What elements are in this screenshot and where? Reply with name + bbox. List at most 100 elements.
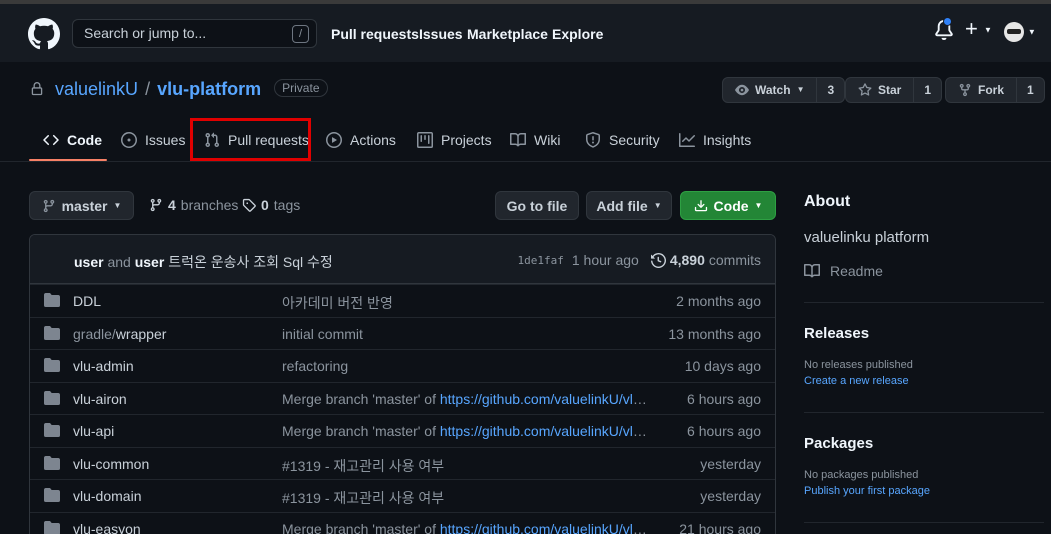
search-input[interactable]: Search or jump to... /: [72, 19, 317, 48]
file-commit-text: #1319 - 재고관리 사용 여부: [282, 458, 445, 474]
file-commit-message[interactable]: 아카데미 버전 반영: [282, 293, 654, 313]
fork-button[interactable]: Fork 1: [945, 77, 1045, 103]
table-row[interactable]: gradle/wrapper initial commit 13 months …: [30, 317, 775, 349]
commit-message-link[interactable]: https://github.com/valuelinkU/vlu-platf.…: [440, 423, 654, 439]
watch-button[interactable]: Watch ▼ 3: [722, 77, 846, 103]
file-name[interactable]: DDL: [73, 293, 101, 309]
tag-icon: [242, 198, 256, 212]
file-name[interactable]: vlu-domain: [73, 488, 141, 504]
table-row[interactable]: vlu-domain #1319 - 재고관리 사용 여부 yesterday: [30, 479, 775, 511]
releases-heading[interactable]: Releases: [804, 325, 869, 342]
repo-name-link[interactable]: vlu-platform: [157, 79, 261, 99]
file-name-prefix: gradle/: [73, 326, 116, 342]
repo-description: valuelinku platform: [804, 229, 930, 246]
commit-author-2[interactable]: user: [135, 254, 165, 270]
file-name[interactable]: vlu-api: [73, 423, 114, 439]
table-row[interactable]: vlu-common #1319 - 재고관리 사용 여부 yesterday: [30, 447, 775, 479]
chevron-down-icon: ▼: [1027, 27, 1036, 37]
nav-explore[interactable]: Explore: [552, 26, 603, 42]
branches-label: branches: [180, 197, 239, 213]
file-commit-message[interactable]: Merge branch 'master' of https://github.…: [282, 423, 654, 439]
project-icon: [417, 132, 433, 148]
tab-security[interactable]: Security: [585, 118, 660, 162]
tab-insights[interactable]: Insights: [679, 118, 751, 162]
table-row[interactable]: vlu-admin refactoring 10 days ago: [30, 349, 775, 381]
file-name[interactable]: vlu-airon: [73, 391, 127, 407]
file-name[interactable]: vlu-common: [73, 456, 149, 472]
table-row[interactable]: vlu-easyon Merge branch 'master' of http…: [30, 512, 775, 534]
branches-count: 4: [168, 197, 176, 213]
file-commit-message[interactable]: #1319 - 재고관리 사용 여부: [282, 456, 654, 476]
file-commit-time: 10 days ago: [684, 358, 761, 374]
file-commit-time: yesterday: [700, 488, 761, 504]
shield-icon: [586, 132, 600, 148]
chevron-down-icon: ▼: [796, 85, 805, 94]
releases-empty-text: No releases published: [804, 359, 913, 371]
commits-label: commits: [708, 252, 761, 268]
file-commit-message[interactable]: refactoring: [282, 358, 654, 374]
repo-owner-link[interactable]: valuelinkU: [55, 79, 138, 99]
file-commit-time: 2 months ago: [676, 293, 761, 309]
play-icon: [326, 132, 342, 148]
go-to-file-button[interactable]: Go to file: [495, 191, 579, 220]
file-name-leaf: wrapper: [115, 326, 167, 342]
file-list: user and user 트럭온 운송사 조회 Sql 수정 1de1faf …: [29, 234, 776, 534]
tab-actions[interactable]: Actions: [326, 118, 396, 162]
tags-link[interactable]: 0 tags: [242, 197, 300, 213]
create-release-link[interactable]: Create a new release: [804, 375, 909, 387]
watch-count[interactable]: 3: [816, 78, 844, 102]
star-label: Star: [878, 83, 902, 97]
nav-issues[interactable]: Issues: [419, 26, 463, 42]
tab-label: Insights: [703, 132, 752, 148]
file-name[interactable]: vlu-admin: [73, 358, 134, 374]
create-new-menu[interactable]: + ▼: [965, 16, 992, 42]
tab-code[interactable]: Code: [43, 118, 102, 162]
repo-tabs: Code Issues Pull requests Actions Projec…: [0, 118, 1051, 162]
github-logo-icon[interactable]: [28, 18, 60, 50]
history-icon: [650, 252, 666, 268]
branch-selector[interactable]: master ▼: [29, 191, 134, 220]
packages-heading[interactable]: Packages: [804, 435, 873, 452]
table-row[interactable]: vlu-airon Merge branch 'master' of https…: [30, 382, 775, 414]
folder-icon: [44, 358, 60, 372]
commit-text[interactable]: 트럭온 운송사 조회 Sql 수정: [168, 254, 333, 270]
file-commit-message[interactable]: Merge branch 'master' of https://github.…: [282, 521, 654, 534]
file-name[interactable]: gradle/wrapper: [73, 326, 166, 342]
tab-issues[interactable]: Issues: [121, 118, 185, 162]
table-row[interactable]: vlu-api Merge branch 'master' of https:/…: [30, 414, 775, 446]
nav-pull-requests[interactable]: Pull requests: [331, 26, 419, 42]
divider: [804, 302, 1044, 303]
file-commit-message[interactable]: #1319 - 재고관리 사용 여부: [282, 488, 654, 508]
user-menu[interactable]: ▼: [1004, 22, 1036, 42]
file-name[interactable]: vlu-easyon: [73, 521, 141, 534]
commit-message-link[interactable]: https://github.com/valuelinkU/vlu-platf.…: [440, 391, 654, 407]
lock-icon: [31, 82, 43, 96]
global-header: Search or jump to... / Pull requests Iss…: [0, 4, 1051, 62]
tab-wiki[interactable]: Wiki: [510, 118, 560, 162]
eye-icon: [735, 84, 749, 96]
fork-count[interactable]: 1: [1016, 78, 1044, 102]
branch-name: master: [61, 197, 108, 214]
star-button[interactable]: Star 1: [845, 77, 943, 103]
readme-link[interactable]: Readme: [804, 263, 883, 279]
tags-label: tags: [273, 197, 301, 213]
commit-sha[interactable]: 1de1faf: [518, 254, 564, 267]
nav-marketplace[interactable]: Marketplace: [467, 26, 548, 42]
branches-link[interactable]: 4 branches: [149, 197, 238, 213]
star-count[interactable]: 1: [913, 78, 941, 102]
table-row[interactable]: DDL 아카데미 버전 반영 2 months ago: [30, 284, 775, 316]
search-placeholder: Search or jump to...: [84, 25, 207, 41]
code-button[interactable]: Code ▼: [680, 191, 776, 220]
file-commit-message[interactable]: Merge branch 'master' of https://github.…: [282, 391, 654, 407]
publish-package-link[interactable]: Publish your first package: [804, 485, 930, 497]
add-file-button[interactable]: Add file ▼: [586, 191, 672, 220]
file-commit-message[interactable]: initial commit: [282, 326, 654, 342]
commits-history-link[interactable]: 4,890 commits: [650, 252, 761, 268]
commit-message-link[interactable]: https://github.com/valuelinkU/vlu-platf.…: [440, 521, 654, 534]
file-commit-text: 아카데미 버전 반영: [282, 295, 393, 311]
tab-projects[interactable]: Projects: [417, 118, 492, 162]
file-commit-text: #1319 - 재고관리 사용 여부: [282, 490, 445, 506]
file-commit-text: initial commit: [282, 326, 363, 342]
branch-icon: [43, 199, 54, 212]
commit-author-1[interactable]: user: [74, 254, 104, 270]
